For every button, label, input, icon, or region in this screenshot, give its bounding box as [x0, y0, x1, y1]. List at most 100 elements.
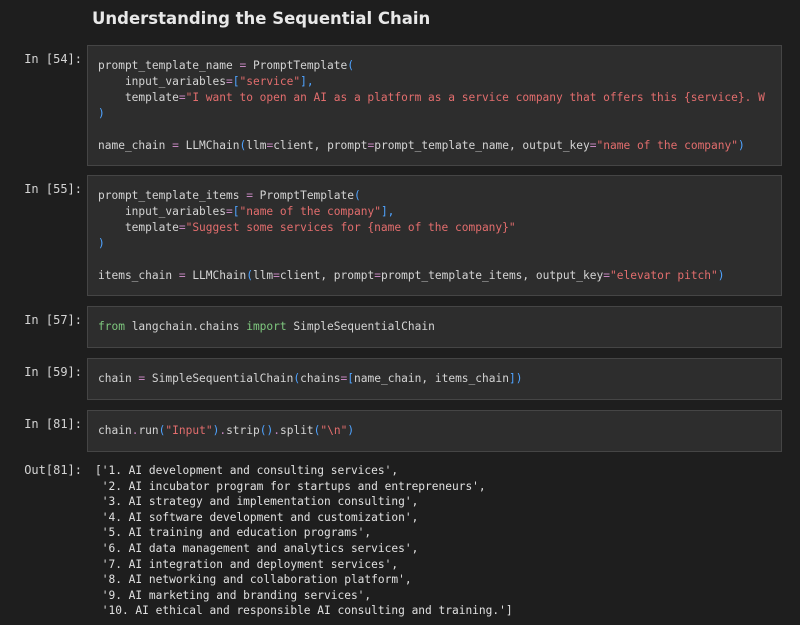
code-token: prompt_template_items, output_key	[380, 269, 604, 282]
code-token: PromptTemplate	[246, 59, 348, 72]
code-line: )	[98, 106, 765, 122]
code-token: (	[347, 59, 354, 72]
code-token: =	[273, 269, 280, 282]
code-token: ],	[300, 75, 314, 88]
code-line: prompt_template_items = PromptTemplate(	[98, 188, 725, 204]
cell-prompt-55: In [55]:	[24, 182, 82, 196]
code-token: langchain.chains	[124, 320, 247, 333]
code-token: )	[98, 107, 105, 120]
code-token: llm	[246, 139, 267, 152]
code-token: )	[347, 424, 355, 437]
code-editor[interactable]: chain = SimpleSequentialChain(chains=[na…	[98, 371, 522, 387]
code-token: =	[589, 139, 597, 152]
code-token: "Suggest some services for {name of the …	[185, 221, 516, 234]
code-line: prompt_template_name = PromptTemplate(	[98, 58, 765, 74]
code-token: prompt_template_items	[98, 189, 247, 202]
code-cell-81[interactable]: chain.run("Input").strip().split("\n")	[87, 410, 782, 452]
code-line: input_variables=["name of the company"],	[98, 204, 725, 220]
code-line: items_chain = LLMChain(llm=client, promp…	[98, 268, 725, 284]
code-editor[interactable]: prompt_template_items = PromptTemplate( …	[98, 188, 725, 284]
code-token: items_chain	[98, 269, 179, 282]
code-token: =	[178, 91, 186, 104]
code-token: input_variables	[98, 205, 226, 218]
code-token: ])	[508, 372, 523, 385]
output-line: '8. AI networking and collaboration plat…	[95, 573, 412, 587]
code-token: )	[98, 237, 105, 250]
code-token: SimpleSequentialChain	[286, 320, 435, 333]
code-token: import	[246, 320, 287, 333]
code-token: template	[98, 91, 179, 104]
code-token: llm	[252, 269, 274, 282]
code-token: LLMChain	[178, 139, 240, 152]
code-token: =	[178, 269, 186, 282]
output-line: '2. AI incubator program for startups an…	[95, 479, 486, 493]
code-line: input_variables=["service"],	[98, 74, 765, 90]
code-cell-54[interactable]: prompt_template_name = PromptTemplate( i…	[87, 45, 782, 166]
output-prompt-81: Out[81]:	[24, 463, 82, 477]
code-token: "name of the company"	[239, 205, 381, 218]
code-token: "Input"	[165, 424, 213, 437]
code-cell-57[interactable]: from langchain.chains import SimpleSeque…	[87, 306, 782, 348]
code-line: chain.run("Input").strip().split("\n")	[98, 423, 354, 439]
code-editor[interactable]: chain.run("Input").strip().split("\n")	[98, 423, 354, 439]
code-token: client, prompt	[279, 269, 375, 282]
code-editor[interactable]: from langchain.chains import SimpleSeque…	[98, 319, 435, 335]
cell-prompt-54: In [54]:	[24, 52, 82, 66]
code-token: SimpleSequentialChain	[145, 372, 294, 385]
code-token: =	[172, 139, 179, 152]
code-token: LLMChain	[185, 269, 247, 282]
code-token: client, prompt	[273, 139, 368, 152]
code-editor[interactable]: prompt_template_name = PromptTemplate( i…	[98, 58, 765, 154]
code-token: name_chain, items_chain	[354, 372, 509, 385]
output-line: '5. AI training and education programs',	[95, 526, 372, 540]
output-line: '10. AI ethical and responsible AI consu…	[95, 604, 513, 618]
code-token: )	[737, 139, 745, 152]
code-token: strip	[226, 424, 260, 437]
code-token: =	[178, 221, 186, 234]
cell-prompt-59: In [59]:	[24, 365, 82, 379]
output-line: '6. AI data management and analytics ser…	[95, 541, 419, 555]
code-token: =	[374, 269, 381, 282]
code-token: ()	[259, 424, 274, 437]
code-line: template="I want to open an AI as a plat…	[98, 90, 765, 106]
code-line: name_chain = LLMChain(llm=client, prompt…	[98, 138, 765, 154]
code-token: =	[603, 269, 610, 282]
cell-output: ['1. AI development and consulting servi…	[95, 463, 513, 619]
code-token: "service"	[239, 75, 301, 88]
code-token: split	[279, 424, 314, 437]
code-token: PromptTemplate	[252, 189, 354, 202]
code-line: from langchain.chains import SimpleSeque…	[98, 319, 435, 335]
cell-prompt-81: In [81]:	[24, 417, 82, 431]
code-token: input_variables	[98, 75, 226, 88]
code-token: name_chain	[98, 139, 173, 152]
code-token: "I want to open an AI as a platform as a…	[185, 91, 765, 104]
code-line: chain = SimpleSequentialChain(chains=[na…	[98, 371, 522, 387]
code-cell-55[interactable]: prompt_template_items = PromptTemplate( …	[87, 175, 782, 296]
code-token: from	[98, 320, 125, 333]
cell-prompt-57: In [57]:	[24, 313, 82, 327]
code-token: prompt_template_name	[98, 59, 240, 72]
code-token: "elevator pitch"	[610, 269, 718, 282]
code-token: chain	[98, 424, 132, 437]
code-token: ],	[380, 205, 395, 218]
code-token: prompt_template_name, output_key	[374, 139, 590, 152]
output-line: '3. AI strategy and implementation consu…	[95, 495, 419, 509]
code-token: chains	[300, 372, 341, 385]
code-token: (	[246, 269, 253, 282]
output-line: '9. AI marketing and branding services',	[95, 588, 372, 602]
code-token: (	[353, 189, 361, 202]
code-token: chain	[98, 372, 139, 385]
output-line: '7. AI integration and deployment servic…	[95, 557, 399, 571]
code-token: =	[225, 205, 233, 218]
code-token: "\n"	[320, 424, 348, 437]
code-token: )	[717, 269, 725, 282]
code-token: =	[225, 75, 233, 88]
code-token: "name of the company"	[596, 139, 738, 152]
code-cell-59[interactable]: chain = SimpleSequentialChain(chains=[na…	[87, 358, 782, 400]
code-line: )	[98, 236, 725, 252]
section-heading: Understanding the Sequential Chain	[92, 9, 431, 28]
code-line: template="Suggest some services for {nam…	[98, 220, 725, 236]
output-line: ['1. AI development and consulting servi…	[95, 464, 399, 477]
